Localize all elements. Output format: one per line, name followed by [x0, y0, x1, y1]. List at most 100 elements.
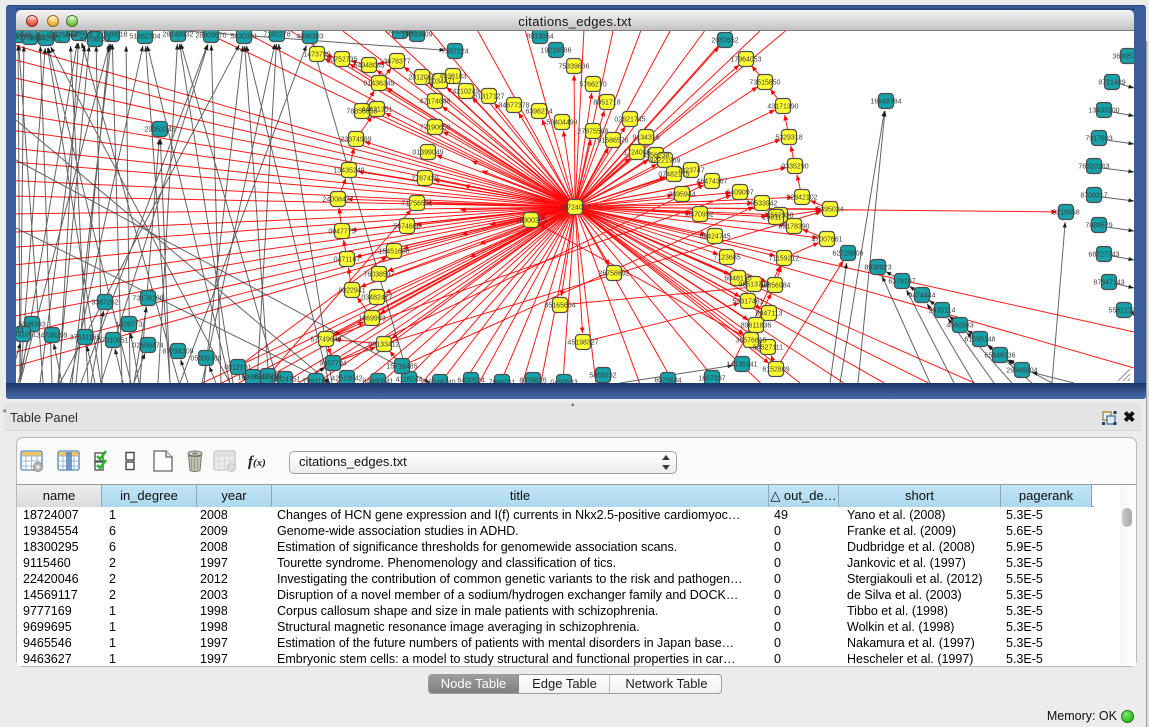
svg-text:18300295: 18300295 [515, 218, 546, 225]
svg-text:9474444: 9474444 [908, 293, 935, 300]
svg-text:3678377: 3678377 [383, 59, 410, 66]
svg-text:16648784: 16648784 [870, 99, 901, 106]
svg-text:22842102: 22842102 [786, 195, 817, 202]
svg-text:1326773: 1326773 [115, 322, 142, 329]
svg-text:5329318: 5329318 [775, 135, 802, 142]
svg-text:87347143: 87347143 [1093, 280, 1124, 287]
svg-text:02606474: 02606474 [132, 343, 163, 350]
svg-text:6398214: 6398214 [525, 109, 552, 116]
svg-text:89178390: 89178390 [778, 224, 809, 231]
svg-text:6400524: 6400524 [457, 378, 484, 384]
svg-text:7357224: 7357224 [441, 49, 468, 56]
svg-text:7182278: 7182278 [263, 32, 290, 39]
svg-text:(x): (x) [253, 457, 266, 469]
svg-text:5869232: 5869232 [589, 373, 616, 380]
svg-text:54948083: 54948083 [353, 63, 384, 70]
svg-text:84980841: 84980841 [362, 379, 393, 384]
svg-text:6025634: 6025634 [654, 378, 681, 384]
svg-text:88424745: 88424745 [699, 234, 730, 241]
svg-text:6379197: 6379197 [888, 279, 915, 286]
svg-text:29053346: 29053346 [144, 127, 175, 134]
svg-text:58404499: 58404499 [546, 120, 577, 127]
svg-text:01436349: 01436349 [363, 81, 394, 88]
svg-text:5674680: 5674680 [393, 224, 420, 231]
svg-text:3387262: 3387262 [91, 300, 118, 307]
svg-text:4936183: 4936183 [439, 74, 466, 81]
svg-text:73178108: 73178108 [132, 296, 163, 303]
svg-text:15451680: 15451680 [378, 249, 409, 256]
svg-text:39533942: 39533942 [746, 201, 777, 208]
svg-text:47007661: 47007661 [811, 237, 842, 244]
svg-text:61595148: 61595148 [964, 337, 995, 344]
svg-text:6152809: 6152809 [762, 367, 789, 374]
svg-text:9335290: 9335290 [781, 164, 808, 171]
svg-text:07482175: 07482175 [658, 172, 689, 179]
svg-text:4896383: 4896383 [296, 34, 323, 41]
svg-text:68727743: 68727743 [1088, 252, 1119, 259]
svg-text:85165604: 85165604 [544, 303, 575, 310]
svg-text:24008427: 24008427 [322, 197, 353, 204]
svg-text:55812236: 55812236 [1108, 308, 1134, 315]
svg-text:8708317: 8708317 [1080, 193, 1107, 200]
svg-text:8215958: 8215958 [1052, 210, 1079, 217]
svg-text:16998543: 16998543 [237, 375, 268, 382]
svg-text:89611836: 89611836 [741, 323, 772, 330]
svg-text:0047113: 0047113 [756, 311, 783, 318]
svg-text:23374989: 23374989 [340, 137, 371, 144]
svg-text:34738299: 34738299 [36, 333, 67, 340]
svg-text:13433200: 13433200 [1088, 108, 1119, 115]
svg-text:5766270: 5766270 [579, 82, 606, 89]
svg-text:45198327: 45198327 [567, 340, 598, 347]
svg-text:0812191: 0812191 [224, 365, 251, 372]
svg-text:2087652: 2087652 [711, 38, 738, 45]
svg-text:43171390: 43171390 [767, 104, 798, 111]
svg-text:1031051: 1031051 [16, 332, 37, 339]
svg-text:36995777: 36995777 [1112, 54, 1134, 61]
svg-text:9657794: 9657794 [319, 361, 346, 368]
svg-text:42513542: 42513542 [331, 376, 362, 383]
svg-text:03482477: 03482477 [361, 295, 392, 302]
svg-text:5430391: 5430391 [230, 34, 257, 41]
svg-text:71756551: 71756551 [401, 201, 432, 208]
svg-text:46474367: 46474367 [696, 179, 727, 186]
svg-text:0470952: 0470952 [686, 212, 713, 219]
svg-text:47174648: 47174648 [419, 99, 450, 106]
svg-text:8938923: 8938923 [864, 265, 891, 272]
svg-text:28809570: 28809570 [195, 33, 226, 40]
svg-text:1607337: 1607337 [698, 376, 725, 383]
svg-text:0947775: 0947775 [328, 229, 355, 236]
svg-text:35348740: 35348740 [424, 380, 455, 384]
svg-text:28148932: 28148932 [162, 32, 193, 39]
svg-text:0471167: 0471167 [334, 257, 361, 264]
svg-text:14136141: 14136141 [726, 362, 757, 369]
svg-text:2681177: 2681177 [763, 215, 790, 222]
svg-text:7868011: 7868011 [489, 380, 516, 384]
svg-text:41708053: 41708053 [79, 37, 110, 44]
svg-text:61586578: 61586578 [597, 138, 628, 145]
svg-text:51462704: 51462704 [129, 34, 160, 41]
svg-text:9022941: 9022941 [338, 288, 365, 295]
svg-text:8951718: 8951718 [593, 100, 620, 107]
svg-text:15716485: 15716485 [386, 364, 417, 371]
svg-text:7917693: 7917693 [1085, 136, 1112, 143]
svg-text:16033809: 16033809 [401, 32, 432, 39]
svg-text:19218586: 19218586 [540, 48, 571, 55]
svg-text:4118244: 4118244 [396, 377, 423, 384]
svg-text:54527111: 54527111 [753, 345, 783, 352]
svg-text:59317461: 59317461 [732, 299, 763, 306]
svg-text:4060883: 4060883 [946, 323, 973, 330]
svg-text:13435240: 13435240 [333, 168, 364, 175]
svg-text:67010651: 67010651 [97, 338, 128, 345]
svg-text:8721489: 8721489 [1098, 80, 1125, 87]
svg-text:8059826: 8059826 [519, 378, 546, 384]
svg-text:2935114: 2935114 [929, 308, 956, 315]
svg-text:01399049: 01399049 [412, 150, 443, 157]
svg-text:44431351: 44431351 [361, 107, 392, 114]
svg-text:77190659: 77190659 [419, 125, 450, 132]
svg-text:2787429: 2787429 [411, 176, 438, 183]
svg-text:18724007: 18724007 [559, 205, 590, 212]
svg-text:71159212: 71159212 [769, 256, 800, 263]
svg-text:26758692: 26758692 [598, 271, 629, 278]
svg-text:09133412: 09133412 [368, 342, 399, 349]
svg-text:65375564: 65375564 [46, 33, 77, 40]
